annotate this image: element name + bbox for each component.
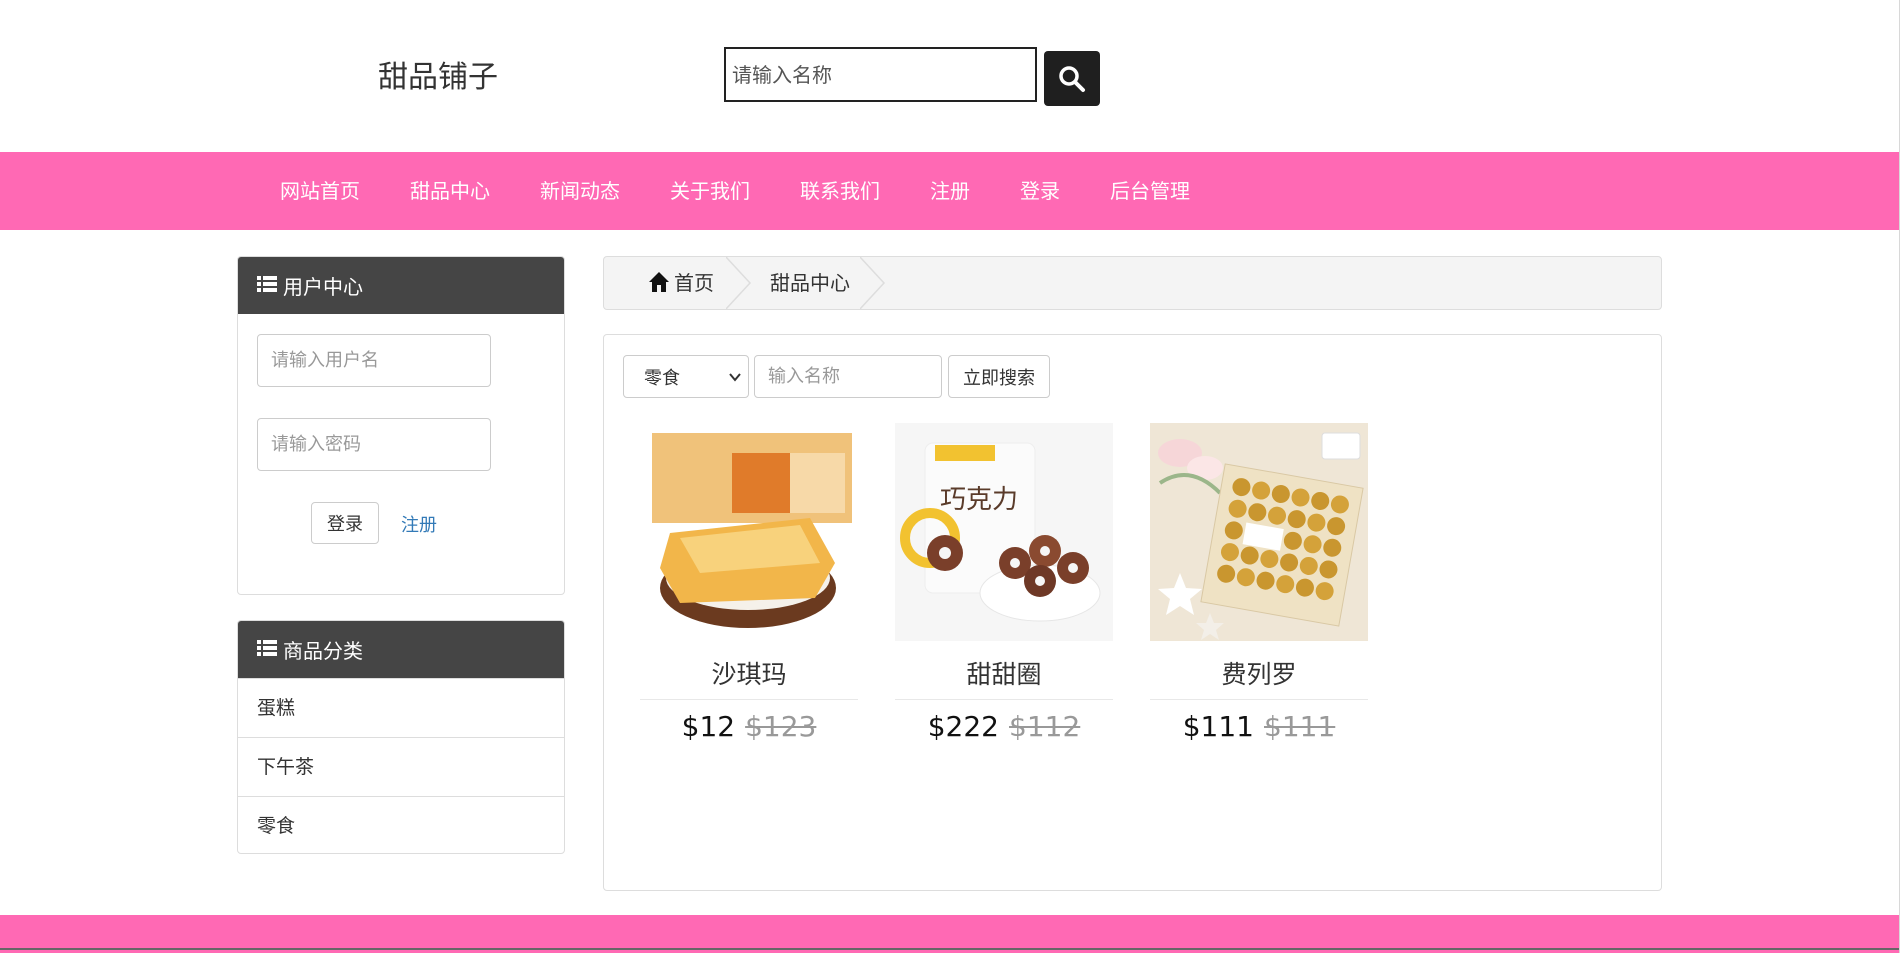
search-now-button[interactable]: 立即搜索 xyxy=(948,355,1050,398)
product-card[interactable]: 沙琪玛 $12 $123 xyxy=(640,423,858,743)
breadcrumb-separator xyxy=(860,257,886,309)
breadcrumb: 首页 甜品中心 xyxy=(603,256,1662,310)
product-card[interactable]: 费列罗 $111 $111 xyxy=(1150,423,1368,743)
main-nav: 网站首页 甜品中心 新闻动态 关于我们 联系我们 注册 登录 后台管理 xyxy=(0,152,1899,230)
password-input[interactable] xyxy=(257,418,491,471)
chevron-down-icon xyxy=(729,373,741,382)
category-select[interactable]: 零食 xyxy=(623,355,749,398)
footer-divider xyxy=(0,948,1899,950)
top-search-input[interactable] xyxy=(724,47,1037,102)
category-item-cake[interactable]: 蛋糕 xyxy=(238,678,564,737)
register-link[interactable]: 注册 xyxy=(401,511,437,537)
product-price: $111 $111 xyxy=(1150,710,1368,743)
original-price: $111 xyxy=(1264,710,1336,743)
user-center-header: 用户中心 xyxy=(238,257,564,314)
user-center-title: 用户中心 xyxy=(283,275,363,299)
home-icon xyxy=(649,272,669,292)
product-name: 甜甜圈 xyxy=(895,657,1113,700)
category-title: 商品分类 xyxy=(283,639,363,663)
category-item-afternoon-tea[interactable]: 下午茶 xyxy=(238,737,564,796)
user-center-panel: 用户中心 登录 注册 xyxy=(237,256,565,595)
product-price: $222 $112 xyxy=(895,710,1113,743)
top-search-button[interactable] xyxy=(1044,51,1100,106)
current-price: $12 xyxy=(681,710,736,743)
product-name: 费列罗 xyxy=(1150,657,1368,700)
nav-item-about[interactable]: 关于我们 xyxy=(670,152,750,230)
breadcrumb-home[interactable]: 首页 xyxy=(674,257,714,309)
product-image-shaqima[interactable] xyxy=(640,423,858,641)
product-name-input[interactable] xyxy=(754,355,942,398)
login-button[interactable]: 登录 xyxy=(311,502,379,544)
list-icon xyxy=(257,274,277,298)
product-price: $12 $123 xyxy=(640,710,858,743)
nav-item-dessert-center[interactable]: 甜品中心 xyxy=(410,152,490,230)
category-select-value: 零食 xyxy=(644,367,680,389)
original-price: $112 xyxy=(1009,710,1081,743)
product-card[interactable]: 巧克力 甜甜圈 $222 $112 xyxy=(895,423,1113,743)
nav-item-news[interactable]: 新闻动态 xyxy=(540,152,620,230)
category-header: 商品分类 xyxy=(238,621,564,678)
current-price: $222 xyxy=(927,710,999,743)
username-input[interactable] xyxy=(257,334,491,387)
nav-item-register[interactable]: 注册 xyxy=(930,152,970,230)
list-icon xyxy=(257,638,277,662)
nav-item-home[interactable]: 网站首页 xyxy=(280,152,360,230)
site-title: 甜品铺子 xyxy=(378,60,498,95)
category-item-snacks[interactable]: 零食 xyxy=(238,796,564,853)
nav-item-contact[interactable]: 联系我们 xyxy=(800,152,880,230)
category-panel: 商品分类 蛋糕 下午茶 零食 xyxy=(237,620,565,854)
breadcrumb-current: 甜品中心 xyxy=(770,271,850,295)
product-name: 沙琪玛 xyxy=(640,657,858,700)
breadcrumb-separator xyxy=(726,257,752,309)
product-image-ferrero[interactable] xyxy=(1150,423,1368,641)
product-image-donut[interactable]: 巧克力 xyxy=(895,423,1113,641)
original-price: $123 xyxy=(745,710,817,743)
nav-item-admin[interactable]: 后台管理 xyxy=(1110,152,1190,230)
search-icon xyxy=(1059,65,1085,92)
svg-text:巧克力: 巧克力 xyxy=(940,485,1018,515)
product-content: 零食 立即搜索 沙琪玛 $12 $123 巧克力 xyxy=(603,334,1662,891)
current-price: $111 xyxy=(1182,710,1254,743)
nav-item-login[interactable]: 登录 xyxy=(1020,152,1060,230)
